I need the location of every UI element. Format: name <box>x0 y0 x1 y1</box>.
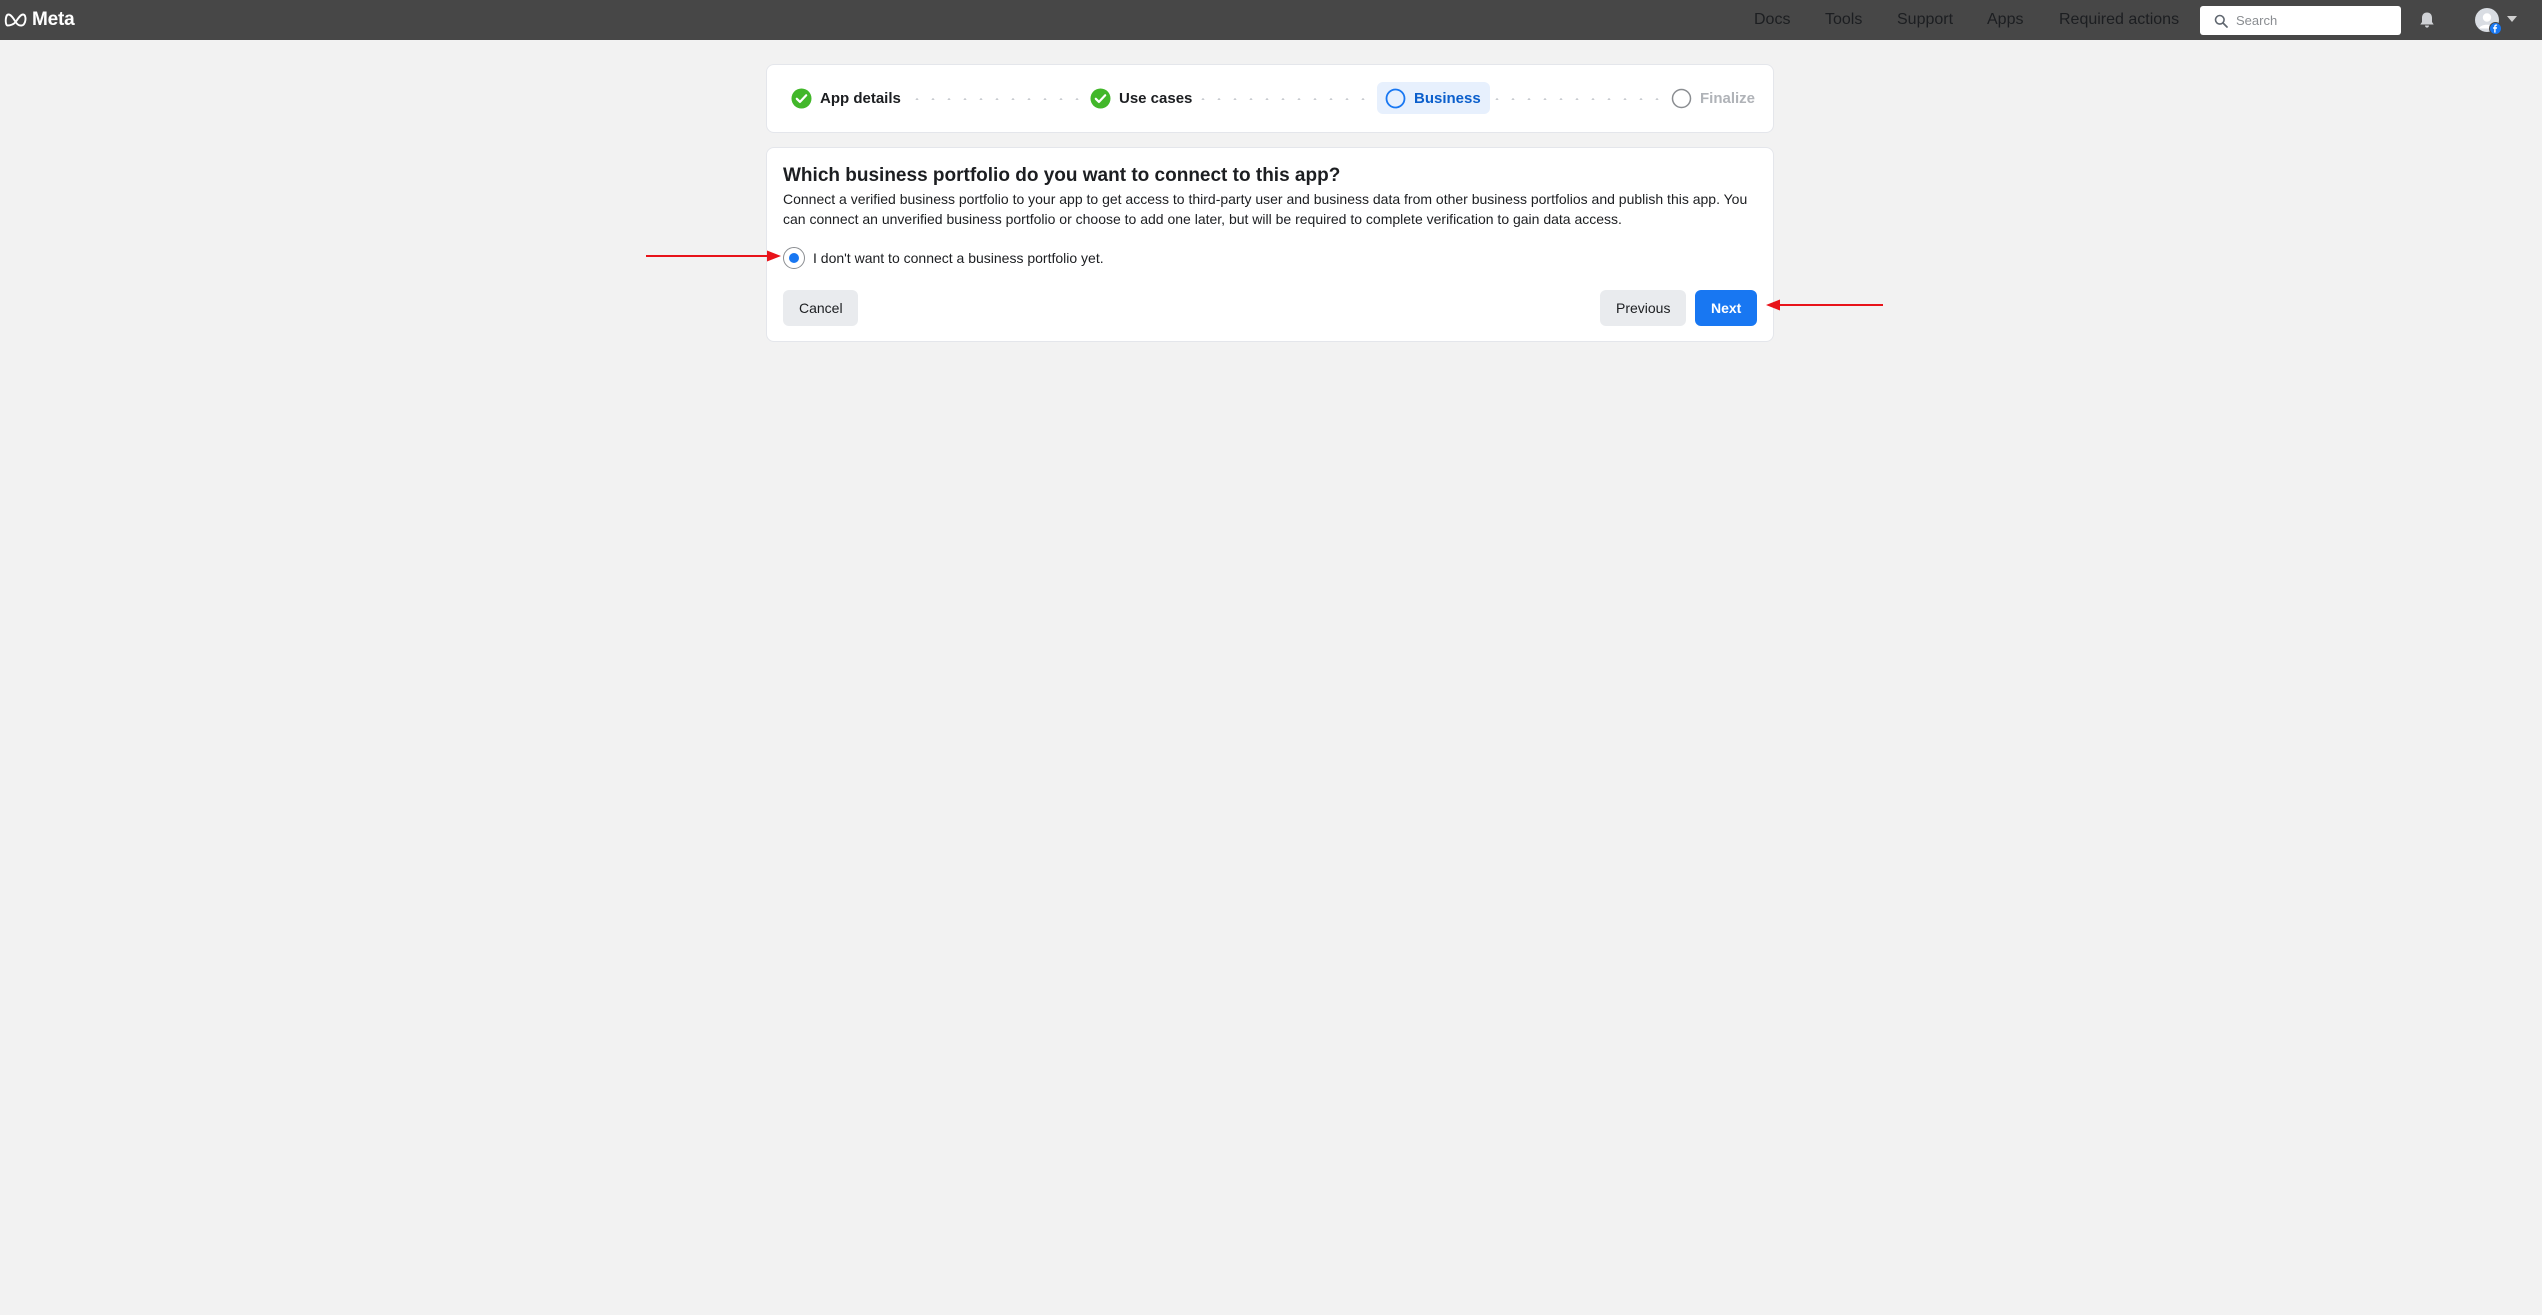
search-icon <box>2214 14 2228 28</box>
radio-selected-dot <box>788 252 799 263</box>
business-portfolio-card: Which business portfolio do you want to … <box>766 147 1774 342</box>
nav-docs[interactable]: Docs <box>1754 11 1790 29</box>
brand-name: Meta <box>32 9 75 30</box>
step-connector <box>1195 98 1373 100</box>
step-connector <box>1489 98 1667 100</box>
circle-outline-icon <box>1671 88 1692 108</box>
top-bar: Meta Docs Tools Support Apps Required ac… <box>0 0 2542 40</box>
step-label: Business <box>1414 89 1481 107</box>
search-box[interactable] <box>2200 6 2401 35</box>
previous-button[interactable]: Previous <box>1600 290 1686 326</box>
step-label: Use cases <box>1119 89 1193 107</box>
avatar[interactable] <box>2475 8 2502 35</box>
check-circle-icon <box>1090 88 1111 108</box>
no-portfolio-option[interactable]: I don't want to connect a business portf… <box>783 246 1104 270</box>
nav-tools[interactable]: Tools <box>1825 11 1862 29</box>
cancel-button[interactable]: Cancel <box>783 290 858 326</box>
meta-logo[interactable]: Meta <box>4 6 75 34</box>
nav-required-actions[interactable]: Required actions <box>2059 11 2179 29</box>
no-portfolio-radio[interactable] <box>783 247 805 269</box>
facebook-badge-icon <box>2489 22 2502 35</box>
step-app-details: App details <box>791 82 901 114</box>
step-business: Business <box>1377 82 1490 114</box>
next-button[interactable]: Next <box>1695 290 1757 326</box>
card-title: Which business portfolio do you want to … <box>783 165 1341 186</box>
chevron-down-icon[interactable] <box>2507 16 2517 22</box>
nav-apps[interactable]: Apps <box>1987 11 2023 29</box>
page-title-ghost <box>765 20 771 46</box>
progress-stepper: App details Use cases Business Finalize <box>766 64 1774 133</box>
annotation-arrow-right-icon <box>646 250 781 262</box>
step-connector <box>909 98 1089 100</box>
step-label: App details <box>820 89 901 107</box>
step-finalize: Finalize <box>1671 82 1755 114</box>
step-label: Finalize <box>1700 89 1756 107</box>
check-circle-icon <box>791 88 812 108</box>
annotation-arrow-left-icon <box>1766 299 1883 311</box>
meta-logo-icon <box>4 13 27 27</box>
step-use-cases: Use cases <box>1090 82 1192 114</box>
card-description: Connect a verified business portfolio to… <box>783 191 1748 227</box>
nav-support[interactable]: Support <box>1897 11 1953 29</box>
search-input[interactable] <box>2236 8 2396 33</box>
bell-icon[interactable] <box>2417 10 2437 30</box>
no-portfolio-label: I don't want to connect a business portf… <box>813 250 1104 266</box>
circle-outline-icon <box>1385 88 1406 108</box>
